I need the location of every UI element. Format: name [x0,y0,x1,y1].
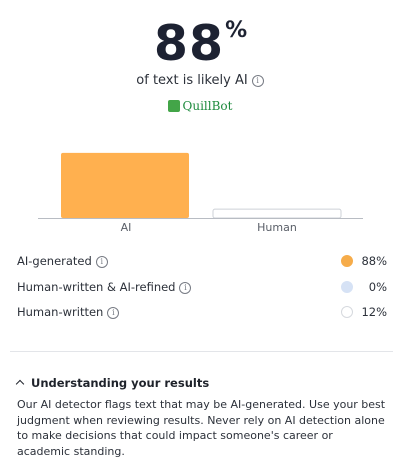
legend-dot [341,280,353,293]
bar-ai [61,152,189,218]
chevron-up-icon [15,379,25,389]
result-legend: AI-generated i 88% Human-written & AI-ref… [17,253,387,330]
info-icon[interactable]: i [179,281,192,294]
bar-label-ai: AI [120,221,132,234]
legend-row-human-written-ai-refined: Human-written & AI-refined i 0% [17,279,387,305]
legend-percent: 12% [361,305,387,319]
legend-row-human-written: Human-written i 12% [17,304,387,330]
info-icon[interactable]: i [251,75,264,87]
bar-label-human: Human [257,221,297,234]
score-subtitle-text: of text is likely AI [136,73,248,88]
section-divider [10,351,393,352]
legend-label: Human-written [17,305,104,319]
legend-label: AI-generated [17,254,92,268]
result-bar-chart: AI Human [38,140,363,240]
score-subtitle: of text is likely AI i [0,73,400,88]
understanding-body: Our AI detector flags text that may be A… [17,398,386,458]
legend-row-ai-generated: AI-generated i 88% [17,253,387,279]
score-value: 88 [153,15,225,72]
quillbot-logo-icon [167,100,180,112]
legend-dot [341,306,353,318]
understanding-title: Understanding your results [31,376,210,390]
score-unit: % [225,18,248,43]
info-icon[interactable]: i [95,256,108,268]
brand: QuillBot [0,99,400,113]
ai-detector-result-panel: 88% of text is likely AI i QuillBot AI Hu… [0,0,400,468]
understanding-toggle[interactable]: Understanding your results [15,376,210,390]
legend-dot [341,255,353,267]
bar-human [212,208,342,219]
brand-name: QuillBot [182,99,233,113]
legend-percent: 0% [368,279,387,294]
info-icon[interactable]: i [107,307,120,319]
legend-label: Human-written & AI-refined [17,279,176,294]
legend-percent: 88% [361,254,387,268]
ai-score: 88% [0,14,400,74]
